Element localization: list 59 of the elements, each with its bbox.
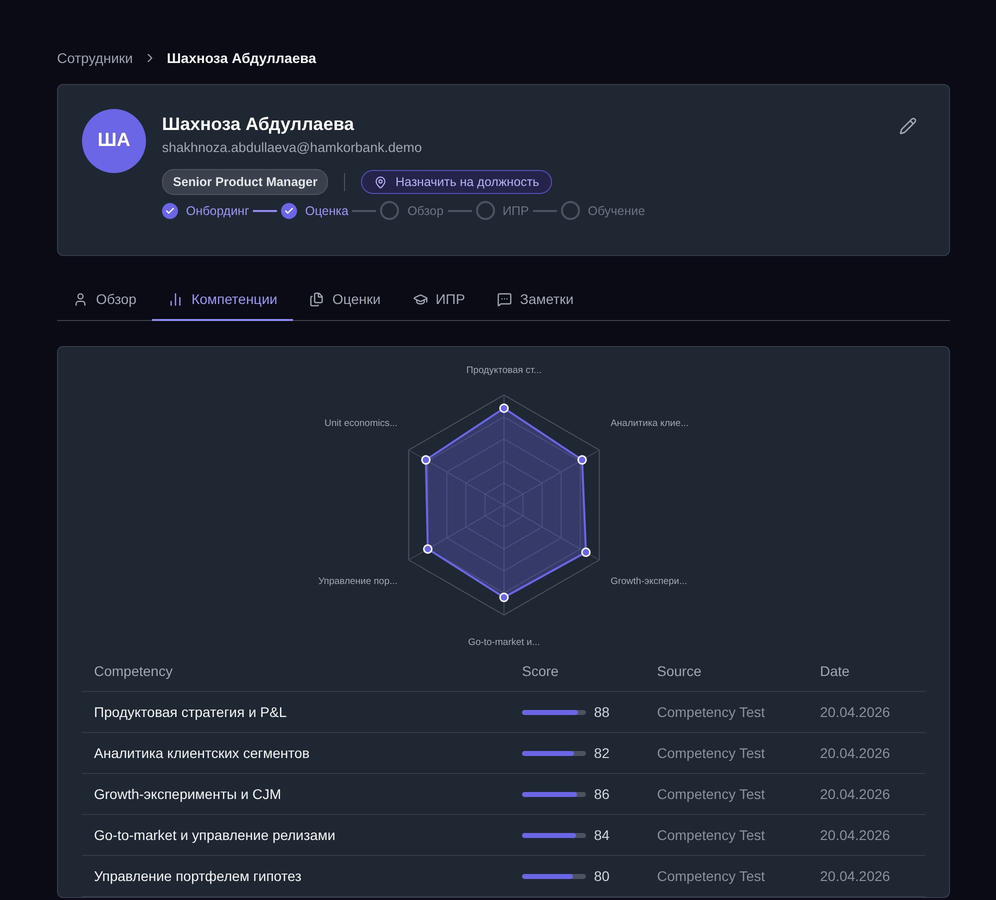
axis-label: Growth-экспери... [610, 576, 687, 587]
score-bar [522, 832, 586, 838]
axis-label: Продуктовая ст... [466, 365, 542, 376]
date: 20.04.2026 [820, 827, 892, 843]
employee-email: shakhnoza.abdullaeva@hamkorbank.demo [162, 140, 423, 155]
step-label: Оценка [305, 204, 348, 218]
date: 20.04.2026 [820, 868, 892, 884]
step-label: Обучение [588, 204, 646, 218]
score-value: 88 [594, 704, 610, 720]
tab[interactable]: Компетенции [152, 278, 294, 321]
assign-position-button[interactable]: Назначить на должность [361, 170, 552, 194]
score-value: 86 [594, 786, 610, 802]
source: Competency Test [657, 786, 766, 802]
score-value: 80 [594, 868, 610, 884]
breadcrumb-item: Шахноза Абдуллаева [166, 50, 316, 66]
avatar: ША [82, 109, 146, 173]
source: Competency Test [657, 868, 766, 884]
axis-label: Go-to-market и... [468, 637, 540, 647]
position-badge: Senior Product Manager [162, 169, 328, 195]
date: 20.04.2026 [820, 786, 892, 802]
tab[interactable]: ИПР [396, 278, 482, 321]
competency-name: Управление портфелем гипотез [94, 868, 302, 884]
axis-label: Unit economics... [324, 418, 397, 429]
user-icon [73, 292, 88, 306]
chat-bubble-icon [497, 292, 512, 306]
column-header: Source [657, 663, 702, 679]
score-bar [522, 874, 586, 878]
competency-name: Продуктовая стратегия и P&L [94, 704, 288, 720]
score-bar [522, 792, 586, 796]
competency-name: Аналитика клиентских сегментов [94, 745, 311, 761]
graduation-cap-icon [412, 292, 428, 306]
score-bar [522, 710, 586, 714]
source: Competency Test [657, 827, 766, 843]
source: Competency Test [657, 745, 766, 761]
column-header: Competency [94, 663, 174, 679]
step-label: Онбординг [186, 204, 250, 218]
breadcrumb-item[interactable]: Сотрудники [57, 50, 133, 66]
step-label: ИПР [502, 204, 529, 218]
tab[interactable]: Обзор [57, 278, 152, 321]
score-bar [522, 750, 586, 756]
date: 20.04.2026 [820, 704, 892, 720]
documents-icon [309, 292, 324, 306]
step-label: Обзор [407, 204, 444, 218]
map-pin-icon [374, 176, 388, 188]
score-value: 82 [594, 745, 610, 761]
bar-chart-icon [168, 292, 184, 306]
date: 20.04.2026 [820, 745, 892, 761]
axis-label: Аналитика клие... [610, 418, 688, 429]
axis-label: Управление пор... [318, 576, 397, 587]
column-header: Date [820, 663, 851, 679]
tab[interactable]: Заметки [481, 278, 590, 321]
score-value: 84 [594, 827, 610, 843]
tab[interactable]: Оценки [293, 278, 397, 321]
employee-name: Шахноза Абдуллаева [162, 114, 356, 135]
competency-name: Growth-эксперименты и CJM [94, 786, 282, 802]
edit-button[interactable] [899, 117, 917, 135]
source: Competency Test [657, 704, 766, 720]
column-header: Score [522, 663, 560, 679]
competency-name: Go-to-market и управление релизами [94, 827, 336, 843]
